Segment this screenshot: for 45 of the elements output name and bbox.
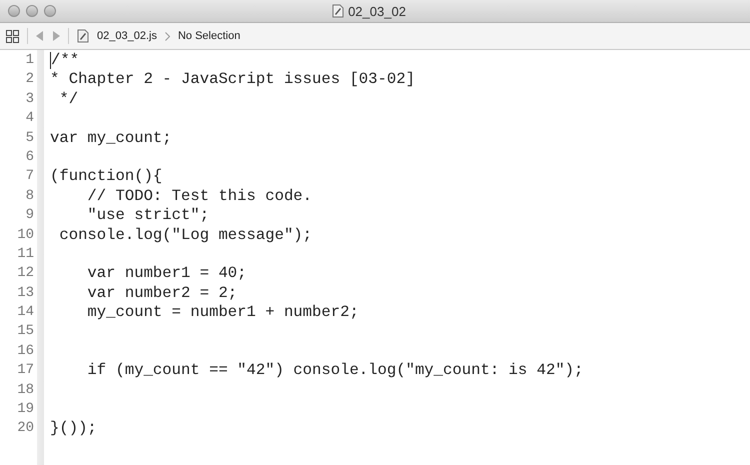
code-line: if (my_count == "42") console.log("my_count: is 42"); bbox=[86, 361, 584, 381]
file-crumb[interactable]: 02_03_02.js bbox=[97, 30, 157, 42]
line-number: 17 bbox=[16, 361, 35, 380]
line-number: 15 bbox=[16, 322, 35, 342]
line-number: 19 bbox=[16, 400, 35, 420]
selection-crumb[interactable]: No Selection bbox=[178, 30, 240, 42]
code-line: var number2 = 2; bbox=[86, 284, 238, 304]
code-line: /** bbox=[51, 51, 80, 70]
grid-icon[interactable] bbox=[6, 30, 19, 42]
line-number: 6 bbox=[24, 148, 35, 167]
code-line: console.log("Log message"); bbox=[58, 226, 312, 245]
line-number: 7 bbox=[24, 167, 35, 186]
code-line: var number1 = 40; bbox=[86, 264, 247, 284]
code-line: my_count = number1 + number2; bbox=[86, 303, 359, 322]
code-line: // TODO: Test this code. bbox=[86, 186, 312, 206]
window-title: 02_03_02 bbox=[348, 4, 406, 18]
line-number: 14 bbox=[16, 303, 35, 322]
code-line: */ bbox=[58, 90, 78, 110]
line-number: 18 bbox=[16, 380, 35, 400]
line-number: 12 bbox=[16, 264, 35, 284]
line-number: 11 bbox=[16, 244, 35, 264]
line-number: 9 bbox=[24, 206, 35, 226]
chevron-icon bbox=[164, 32, 170, 40]
document-icon bbox=[77, 29, 89, 43]
back-icon[interactable] bbox=[36, 31, 44, 41]
line-number: 1 bbox=[24, 51, 35, 70]
line-number: 10 bbox=[16, 226, 35, 245]
line-number: 3 bbox=[24, 90, 35, 109]
line-number: 2 bbox=[24, 70, 35, 90]
document-icon bbox=[332, 4, 344, 18]
line-number: 8 bbox=[24, 186, 35, 206]
code-line: (function(){ bbox=[50, 167, 162, 187]
code-line: * Chapter 2 - JavaScript issues [03-02] bbox=[50, 70, 415, 90]
code-line: var my_count; bbox=[50, 128, 172, 148]
line-number: 16 bbox=[16, 342, 35, 361]
line-number: 5 bbox=[24, 128, 35, 148]
forward-icon[interactable] bbox=[52, 31, 60, 41]
code-line: }()); bbox=[50, 419, 97, 439]
close-button[interactable] bbox=[8, 5, 20, 17]
line-number: 13 bbox=[16, 284, 35, 303]
code-line: "use strict"; bbox=[86, 206, 210, 226]
zoom-button[interactable] bbox=[44, 5, 56, 17]
line-number: 4 bbox=[24, 109, 35, 128]
minimize-button[interactable] bbox=[26, 5, 38, 17]
line-number: 20 bbox=[16, 419, 35, 438]
